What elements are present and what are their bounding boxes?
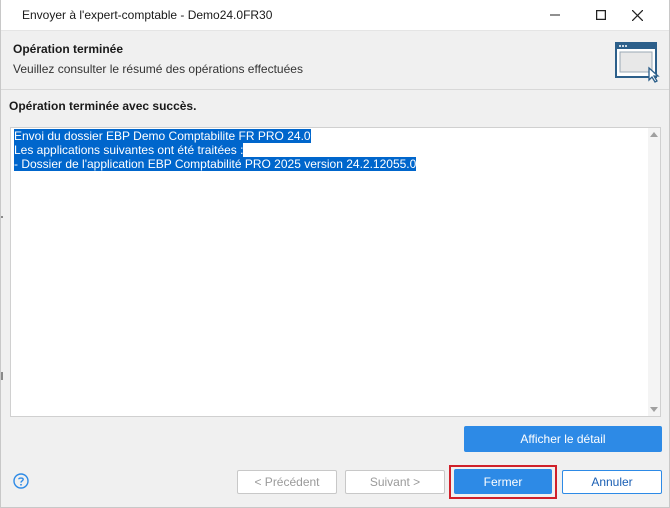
next-button[interactable]: Suivant > (345, 470, 445, 494)
wizard-header: Opération terminée Veuillez consulter le… (1, 31, 669, 89)
log-line: Les applications suivantes ont été trait… (14, 143, 244, 157)
minimize-button[interactable] (535, 0, 575, 30)
header-divider (1, 89, 669, 90)
window-edge-mark (1, 372, 3, 380)
close-button[interactable]: Fermer (454, 469, 552, 494)
close-icon (631, 9, 643, 21)
window-edge-mark (1, 216, 3, 218)
maximize-button[interactable] (581, 0, 621, 30)
scroll-up-arrow-icon[interactable] (650, 132, 658, 137)
previous-button[interactable]: < Précédent (237, 470, 337, 494)
dialog-window: Envoyer à l'expert-comptable - Demo24.0F… (0, 0, 670, 508)
log-textarea[interactable]: Envoi du dossier EBP Demo Comptabilite F… (10, 127, 661, 417)
header-subtitle: Veuillez consulter le résumé des opérati… (13, 62, 303, 76)
window-title: Envoyer à l'expert-comptable - Demo24.0F… (22, 8, 273, 22)
log-scrollbar[interactable] (648, 128, 660, 416)
log-line: - Dossier de l'application EBP Comptabil… (14, 157, 417, 171)
header-title: Opération terminée (13, 42, 124, 56)
cancel-button[interactable]: Annuler (562, 470, 662, 494)
show-detail-button[interactable]: Afficher le détail (464, 426, 662, 452)
maximize-icon (596, 10, 606, 20)
help-circle-icon[interactable] (13, 473, 29, 489)
log-line: Envoi du dossier EBP Demo Comptabilite F… (14, 129, 311, 143)
close-window-button[interactable] (617, 0, 657, 30)
status-title: Opération terminée avec succès. (9, 99, 197, 113)
scroll-down-arrow-icon[interactable] (650, 407, 658, 412)
title-bar: Envoyer à l'expert-comptable - Demo24.0F… (1, 0, 669, 31)
window-cursor-icon (615, 42, 660, 83)
minimize-icon (550, 14, 560, 16)
log-content: Envoi du dossier EBP Demo Comptabilite F… (14, 129, 417, 171)
